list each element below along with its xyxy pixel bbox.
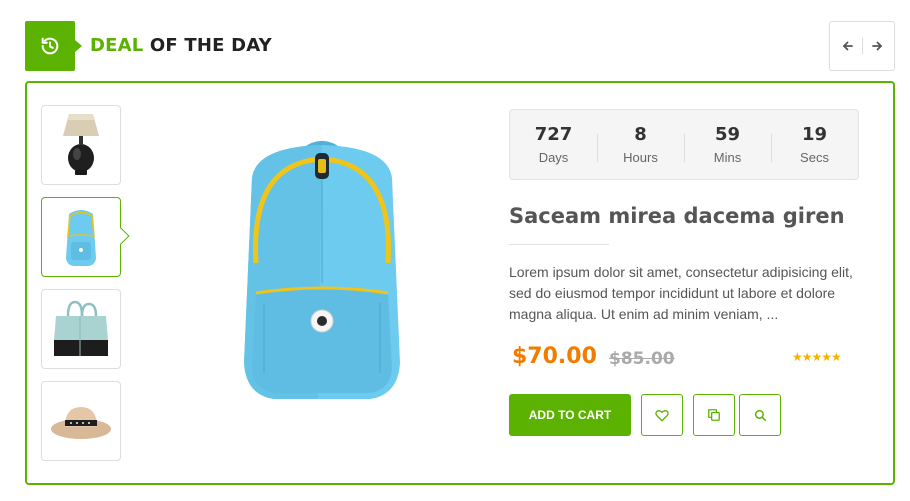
product-price: $70.00 [512,344,597,369]
tote-bag-image [54,300,108,356]
thumbnail-tote-bag[interactable] [41,289,121,369]
countdown-value: 19 [801,124,828,145]
countdown-value: 59 [714,124,741,145]
countdown-label: Secs [800,150,829,165]
deal-panel: 727 Days 8 Hours 59 Mins 19 Secs Saceam … [25,81,895,485]
countdown-label: Mins [713,150,742,165]
countdown-secs: 19 Secs [771,110,858,179]
thumbnail-backpack[interactable] [41,197,121,277]
countdown-hours: 8 Hours [597,110,684,179]
prev-button[interactable] [834,34,862,58]
section-header: DEAL OF THE DAY [25,21,895,71]
add-to-cart-button[interactable]: ADD TO CART [509,394,631,436]
title-rest: OF THE DAY [149,35,272,56]
carousel-nav [829,21,895,71]
search-icon [754,409,766,421]
product-main-image [244,141,400,399]
countdown-value: 727 [534,124,573,145]
copy-icon [708,409,720,421]
product-old-price: $85.00 [609,349,675,369]
wishlist-button[interactable] [641,394,683,436]
heart-icon [655,409,669,421]
deal-badge [25,21,82,71]
product-title[interactable]: Saceam mirea dacema giren [509,204,845,228]
thumbnail-lamp[interactable] [41,105,121,185]
history-icon [41,37,59,55]
thumbnail-hat[interactable] [41,381,121,461]
countdown-days: 727 Days [510,110,597,179]
rating-stars: ★★★★★ [792,350,842,364]
arrow-left-icon [842,41,853,51]
backpack-thumb-image [66,210,96,266]
quick-view-button[interactable] [739,394,781,436]
next-button[interactable] [863,34,891,58]
countdown-value: 8 [634,124,647,145]
hat-image [51,407,111,439]
lamp-image [63,114,99,175]
title-divider [509,244,609,245]
countdown-label: Days [538,150,569,165]
countdown-label: Hours [623,150,658,165]
countdown-mins: 59 Mins [684,110,771,179]
countdown-timer: 727 Days 8 Hours 59 Mins 19 Secs [509,109,859,180]
title-highlight: DEAL [90,35,144,56]
compare-button[interactable] [693,394,735,436]
product-description: Lorem ipsum dolor sit amet, consectetur … [509,264,853,322]
arrow-right-icon [871,41,882,51]
section-title: DEAL OF THE DAY [90,35,272,56]
